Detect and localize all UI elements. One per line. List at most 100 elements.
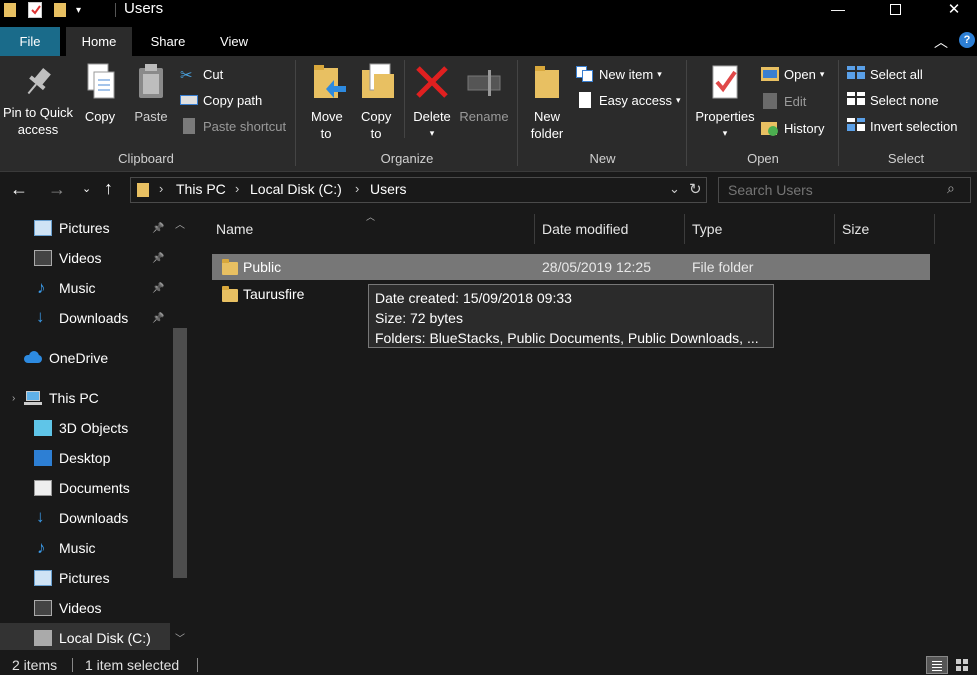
- tab-file[interactable]: File: [0, 27, 60, 56]
- scrollbar-thumb[interactable]: [173, 328, 187, 578]
- close-button[interactable]: ✕: [931, 0, 977, 18]
- nav-item-pictures[interactable]: Pictures: [0, 563, 170, 593]
- organize-divider: [404, 60, 405, 138]
- ribbon-divider: [517, 60, 518, 166]
- nav-item-pictures[interactable]: Pictures 📌: [0, 213, 170, 243]
- cut-label: Cut: [203, 66, 224, 82]
- properties-label: Properties: [695, 109, 755, 124]
- music-icon: ♪: [37, 538, 46, 557]
- address-history-dropdown-icon[interactable]: ⌄: [669, 181, 680, 197]
- open-button[interactable]: Open ▾: [761, 64, 824, 84]
- select-none-button[interactable]: Select none: [847, 90, 939, 110]
- column-header-type[interactable]: Type: [684, 210, 834, 246]
- new-item-dropdown-icon: ▾: [657, 68, 662, 79]
- navigation-pane: Pictures 📌 Videos 📌 ♪ Music 📌 ↓ Downloads 📌 OneDri…: [0, 210, 192, 650]
- large-icons-view-icon[interactable]: [954, 658, 970, 672]
- copy-button[interactable]: Copy: [78, 62, 122, 125]
- tab-share[interactable]: Share: [140, 27, 196, 56]
- copy-path-button[interactable]: Copy path: [180, 90, 262, 110]
- file-row[interactable]: Public 28/05/2019 12:25 File folder: [212, 254, 930, 280]
- new-folder-button[interactable]: New folder: [522, 62, 572, 142]
- select-group: Select all Select none Invert selection …: [841, 56, 971, 172]
- nav-item-local-disk-c[interactable]: Local Disk (C:): [0, 623, 170, 650]
- nav-item-label: Downloads: [59, 310, 129, 326]
- breadcrumb-this-pc[interactable]: This PC: [176, 181, 226, 197]
- rename-button[interactable]: Rename: [458, 62, 510, 125]
- tab-view[interactable]: View: [208, 27, 260, 56]
- nav-item-videos[interactable]: Videos 📌: [0, 243, 170, 273]
- paste-button[interactable]: Paste: [128, 62, 174, 125]
- customize-dropdown-icon[interactable]: ▾: [76, 5, 81, 16]
- folder-icon[interactable]: [4, 3, 16, 17]
- open-label: Open: [784, 66, 816, 82]
- scroll-down-icon[interactable]: ﹀: [175, 630, 185, 645]
- file-name: Public: [243, 259, 282, 275]
- pin-to-quick-access-button[interactable]: Pin to Quick access: [0, 62, 76, 138]
- column-header-name[interactable]: Name: [208, 210, 534, 246]
- scroll-up-icon[interactable]: ︿: [175, 216, 185, 231]
- easy-access-label: Easy access: [599, 92, 672, 108]
- nav-item-3d-objects[interactable]: 3D Objects: [0, 413, 170, 443]
- forward-arrow-icon[interactable]: →: [48, 179, 66, 200]
- details-view-icon[interactable]: [926, 656, 948, 674]
- nav-item-music[interactable]: ♪ Music 📌: [0, 273, 170, 303]
- refresh-icon[interactable]: ↻: [689, 180, 702, 198]
- navigation-scrollbar[interactable]: ︿ ﹀: [170, 210, 189, 650]
- nav-item-label: Pictures: [59, 570, 110, 586]
- properties-button[interactable]: Properties ▾: [691, 62, 759, 142]
- history-button[interactable]: History: [761, 118, 824, 138]
- invert-selection-button[interactable]: Invert selection: [847, 116, 957, 136]
- expand-chevron-icon[interactable]: ›: [12, 393, 15, 404]
- downloads-icon: ↓: [36, 307, 45, 326]
- copy-icon: [80, 62, 120, 102]
- new-folder-icon[interactable]: [54, 3, 66, 17]
- maximize-button[interactable]: [872, 0, 918, 18]
- recent-locations-dropdown-icon[interactable]: ⌄: [82, 182, 91, 195]
- column-header-date-modified[interactable]: Date modified: [534, 210, 684, 246]
- tab-home[interactable]: Home: [66, 27, 132, 56]
- checkmark-properties-icon[interactable]: [28, 2, 42, 18]
- nav-item-downloads[interactable]: ↓ Downloads 📌: [0, 303, 170, 333]
- pinned-icon: 📌: [152, 282, 165, 294]
- move-to-icon: [306, 62, 346, 102]
- delete-dropdown-icon[interactable]: ▾: [408, 125, 456, 142]
- column-header-size[interactable]: Size: [834, 210, 934, 246]
- nav-item-onedrive[interactable]: OneDrive: [0, 343, 170, 373]
- nav-item-music[interactable]: ♪ Music: [0, 533, 170, 563]
- back-arrow-icon[interactable]: ←: [10, 179, 28, 200]
- paste-shortcut-button[interactable]: Paste shortcut: [180, 116, 286, 136]
- easy-access-button[interactable]: Easy access ▾: [576, 90, 681, 110]
- delete-button[interactable]: Delete ▾: [408, 62, 456, 142]
- collapse-ribbon-icon[interactable]: ︿: [934, 32, 948, 52]
- breadcrumb-users[interactable]: Users: [370, 181, 407, 197]
- help-icon[interactable]: ?: [959, 32, 975, 48]
- breadcrumb-local-disk[interactable]: Local Disk (C:): [250, 181, 342, 197]
- address-bar[interactable]: › This PC › Local Disk (C:) › Users ⌄ ↻: [130, 177, 707, 203]
- nav-item-documents[interactable]: Documents: [0, 473, 170, 503]
- copy-to-button[interactable]: Copy to: [352, 62, 400, 142]
- nav-item-desktop[interactable]: Desktop: [0, 443, 170, 473]
- new-group-label: New: [589, 151, 616, 166]
- edit-icon: [761, 93, 779, 109]
- minimize-button[interactable]: —: [815, 0, 861, 18]
- nav-item-this-pc[interactable]: This PC ›: [0, 383, 170, 413]
- easy-access-dropdown-icon: ▾: [675, 94, 681, 105]
- nav-item-downloads[interactable]: ↓ Downloads: [0, 503, 170, 533]
- clipboard-group-label: Clipboard: [118, 151, 174, 166]
- move-to-button[interactable]: Move to: [302, 62, 350, 142]
- nav-item-videos[interactable]: Videos: [0, 593, 170, 623]
- new-item-label: New item: [599, 66, 654, 82]
- cut-button[interactable]: ✂ Cut: [180, 64, 224, 85]
- column-divider[interactable]: [934, 214, 935, 244]
- window-title: Users: [124, 0, 164, 17]
- up-arrow-icon[interactable]: ↑: [104, 178, 113, 199]
- pictures-icon: [34, 220, 52, 236]
- paste-icon: [131, 62, 171, 102]
- search-input[interactable]: [728, 181, 938, 199]
- new-item-button[interactable]: New item ▾: [576, 64, 662, 84]
- search-box[interactable]: ⌕: [718, 177, 971, 203]
- properties-icon: [705, 62, 745, 102]
- select-all-button[interactable]: Select all: [847, 64, 923, 84]
- edit-button[interactable]: Edit: [761, 91, 806, 111]
- properties-dropdown-icon[interactable]: ▾: [691, 125, 759, 142]
